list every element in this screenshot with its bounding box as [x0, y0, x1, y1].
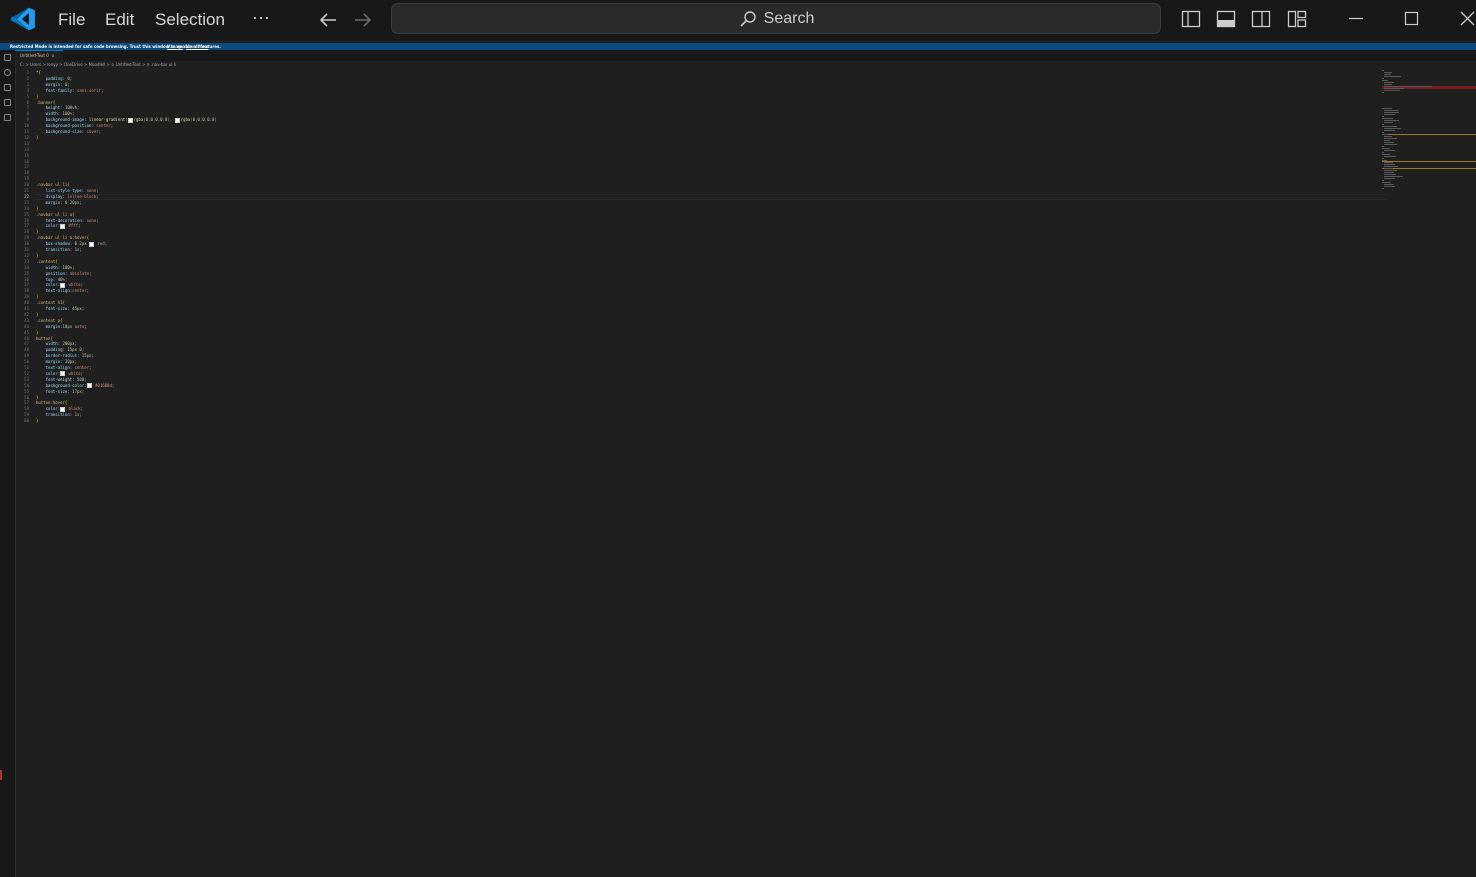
close-window-icon[interactable]: [1456, 8, 1476, 30]
minimap-line: [1382, 182, 1392, 183]
search-icon: [740, 10, 756, 27]
minimap-warning-highlight: [1382, 134, 1476, 135]
minimap-line: [1382, 146, 1384, 147]
minimap-line: [1384, 128, 1401, 129]
more-menus-button[interactable]: ···: [252, 6, 270, 28]
minimap-line: [1384, 168, 1394, 169]
menu-selection[interactable]: Selection: [155, 9, 225, 31]
minimap-line: [1382, 70, 1384, 71]
toggle-secondary-sidebar-icon[interactable]: [1251, 9, 1271, 29]
minimap-line: [1382, 188, 1384, 189]
line-number: 60: [24, 418, 29, 424]
banner-learn-more-link[interactable]: Learn More: [186, 43, 208, 50]
minimap-line: [1384, 138, 1398, 139]
minimap-line: [1382, 154, 1390, 155]
minimap-line: [1384, 184, 1394, 185]
minimap-line: [1384, 76, 1401, 77]
tab-label: Untitled-Text 0: [20, 53, 49, 58]
minimap-warning-highlight: [1382, 161, 1476, 162]
minimap-line: [1382, 78, 1384, 79]
minimap-line: [1384, 166, 1398, 167]
minimap-line: [1382, 152, 1384, 153]
toggle-panel-icon[interactable]: [1216, 9, 1236, 29]
minimap-line: [1384, 112, 1400, 113]
minimap-line: [1382, 92, 1384, 93]
menu-file[interactable]: File: [58, 9, 85, 31]
minimap-line: [1384, 90, 1401, 91]
tab-untitled[interactable]: Untitled-Text 0x: [15, 50, 63, 61]
minimap-line: [1384, 72, 1392, 73]
minimap-warning-highlight: [1382, 168, 1476, 169]
source-control-icon[interactable]: [4, 84, 11, 91]
minimap-line: [1382, 160, 1387, 161]
editor-tab-bar: Untitled-Text 0x: [15, 50, 1476, 61]
maximize-window-icon[interactable]: [1401, 8, 1423, 30]
activity-bar: [0, 50, 16, 877]
code-line[interactable]: 60}: [15, 418, 1375, 424]
minimap-line: [1384, 122, 1394, 123]
minimap-line: [1384, 120, 1400, 121]
minimap-line: [1384, 150, 1396, 151]
error-indicator: [0, 770, 2, 780]
toggle-primary-sidebar-icon[interactable]: [1181, 9, 1201, 29]
code-editor[interactable]: 1 *{2 padding: 0; 3 margin: 0; 4 font-famil…: [15, 68, 1388, 877]
breadcrumb[interactable]: C: > Users > lenyy > OneDrive > Moodlell…: [20, 61, 176, 68]
search-label: Search: [763, 9, 815, 27]
minimap[interactable]: [1378, 68, 1476, 198]
minimap-line: [1384, 84, 1393, 85]
minimap-line: [1382, 132, 1384, 133]
restricted-mode-banner: Restricted Mode is intended for safe cod…: [0, 43, 1476, 50]
back-arrow-icon[interactable]: [316, 8, 340, 32]
minimap-line: [1384, 144, 1397, 145]
minimap-line: [1382, 80, 1388, 81]
minimap-line: [1384, 136, 1393, 137]
search-view-icon[interactable]: [4, 69, 11, 76]
minimap-line: [1384, 164, 1396, 165]
run-debug-icon[interactable]: [4, 99, 11, 106]
minimap-line: [1382, 126, 1398, 127]
command-center-search[interactable]: Search: [391, 3, 1161, 34]
minimap-line: [1384, 114, 1395, 115]
minimap-line: [1384, 140, 1391, 141]
minimap-line: [1384, 156, 1396, 157]
minimap-line: [1384, 176, 1403, 177]
minimap-line: [1384, 82, 1394, 83]
minimap-line: [1384, 172, 1394, 173]
minimap-line: [1384, 178, 1396, 179]
menu-edit[interactable]: Edit: [105, 9, 134, 31]
explorer-icon[interactable]: [4, 54, 11, 61]
minimap-line: [1382, 158, 1384, 159]
banner-manage-link[interactable]: Manage: [167, 43, 183, 50]
minimap-line: [1382, 148, 1391, 149]
minimap-line: [1384, 86, 1432, 87]
minimap-line: [1382, 180, 1384, 181]
minimap-line: [1382, 118, 1394, 119]
minimap-line: [1384, 142, 1394, 143]
forward-arrow-icon[interactable]: [351, 8, 375, 32]
minimap-line: [1382, 108, 1392, 109]
title-bar: File Edit Selection ··· Search: [0, 0, 1476, 40]
vscode-logo-icon[interactable]: [10, 6, 36, 32]
minimap-line: [1384, 162, 1394, 163]
minimize-window-icon[interactable]: [1345, 8, 1367, 30]
code-text[interactable]: }: [36, 418, 38, 424]
extensions-icon[interactable]: [4, 114, 11, 121]
minimap-line: [1382, 116, 1384, 117]
minimap-line: [1384, 186, 1395, 187]
minimap-line: [1384, 74, 1391, 75]
minimap-line: [1384, 130, 1395, 131]
minimap-line: [1382, 124, 1384, 125]
tab-close-icon[interactable]: x: [52, 53, 54, 58]
minimap-line: [1382, 134, 1389, 135]
customize-layout-icon[interactable]: [1287, 9, 1307, 29]
minimap-line: [1384, 170, 1398, 171]
minimap-line: [1384, 110, 1400, 111]
minimap-line: [1384, 88, 1404, 89]
minimap-line: [1384, 174, 1396, 175]
